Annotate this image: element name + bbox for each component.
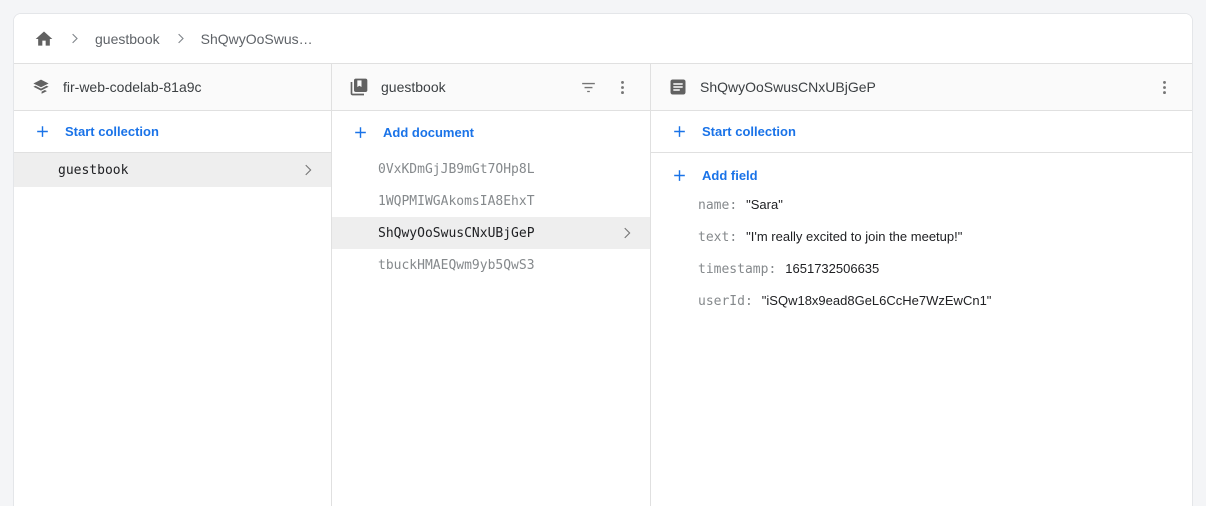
field-value: 1651732506635	[785, 261, 879, 276]
chevron-right-icon	[299, 161, 317, 179]
collection-panel-header: guestbook	[332, 64, 650, 111]
breadcrumb: guestbook ShQwyOoSwus…	[14, 14, 1192, 64]
project-panel-header: fir-web-codelab-81a9c	[14, 64, 331, 111]
firestore-database-icon	[31, 77, 51, 97]
field-colon: :	[729, 198, 737, 213]
document-header-actions	[1150, 73, 1178, 101]
collection-header-actions	[574, 73, 636, 101]
document-title: ShQwyOoSwusCNxUBjGeP	[700, 79, 876, 95]
document-list-item[interactable]: 1WQPMIWGAkomsIA8EhxT	[332, 185, 650, 217]
project-panel: fir-web-codelab-81a9c Start collection g…	[14, 64, 332, 506]
add-field-button[interactable]: Add field	[651, 153, 1192, 197]
more-vert-icon[interactable]	[1150, 73, 1178, 101]
field-row[interactable]: name: "Sara"	[651, 197, 1192, 229]
add-document-label: Add document	[383, 125, 474, 140]
field-colon: :	[768, 262, 776, 277]
chevron-right-icon	[67, 31, 82, 46]
document-list-item[interactable]: 0VxKDmGjJB9mGt7OHp8L	[332, 153, 650, 185]
field-key: name	[698, 198, 729, 213]
field-key: userId	[698, 294, 745, 309]
filter-list-icon[interactable]	[574, 73, 602, 101]
collection-list-item[interactable]: guestbook	[14, 153, 331, 187]
document-panel-header: ShQwyOoSwusCNxUBjGeP	[651, 64, 1192, 111]
document-id: tbuckHMAEQwm9yb5QwS3	[378, 258, 535, 273]
plus-icon	[34, 123, 51, 140]
more-vert-icon[interactable]	[608, 73, 636, 101]
document-id: ShQwyOoSwusCNxUBjGeP	[378, 226, 535, 241]
start-collection-button[interactable]: Start collection	[651, 111, 1192, 153]
plus-icon	[671, 123, 688, 140]
field-key: text	[698, 230, 729, 245]
home-icon[interactable]	[34, 29, 54, 49]
collection-name: guestbook	[58, 163, 128, 178]
documents-list: 0VxKDmGjJB9mGt7OHp8L 1WQPMIWGAkomsIA8Ehx…	[332, 153, 650, 506]
document-id: 1WQPMIWGAkomsIA8EhxT	[378, 194, 535, 209]
field-value: "Sara"	[746, 197, 783, 212]
field-row[interactable]: timestamp: 1651732506635	[651, 261, 1192, 293]
collection-panel: guestbook Add document	[332, 64, 651, 506]
collection-title: guestbook	[381, 79, 446, 95]
project-title: fir-web-codelab-81a9c	[63, 79, 202, 95]
plus-icon	[352, 124, 369, 141]
add-document-button[interactable]: Add document	[332, 111, 650, 153]
field-key: timestamp	[698, 262, 768, 277]
field-value: "iSQw18x9ead8GeL6CcHe7WzEwCn1"	[762, 293, 992, 308]
add-field-label: Add field	[702, 168, 758, 183]
breadcrumb-item-document[interactable]: ShQwyOoSwus…	[201, 31, 313, 47]
field-row[interactable]: userId: "iSQw18x9ead8GeL6CcHe7WzEwCn1"	[651, 293, 1192, 325]
breadcrumb-item-collection[interactable]: guestbook	[95, 31, 160, 47]
chevron-right-icon	[618, 224, 636, 242]
document-panel: ShQwyOoSwusCNxUBjGeP Start collection Ad…	[651, 64, 1192, 506]
start-collection-button[interactable]: Start collection	[14, 111, 331, 153]
document-list-item[interactable]: ShQwyOoSwusCNxUBjGeP	[332, 217, 650, 249]
document-list-item[interactable]: tbuckHMAEQwm9yb5QwS3	[332, 249, 650, 281]
document-icon	[668, 77, 688, 97]
document-id: 0VxKDmGjJB9mGt7OHp8L	[378, 162, 535, 177]
firestore-data-panel: guestbook ShQwyOoSwus… fir-web-codelab-8…	[13, 13, 1193, 506]
fields-list: name: "Sara" text: "I'm really excited t…	[651, 197, 1192, 506]
panels-container: fir-web-codelab-81a9c Start collection g…	[14, 64, 1192, 506]
chevron-right-icon	[173, 31, 188, 46]
collections-bookmark-icon	[349, 77, 369, 97]
start-collection-label: Start collection	[702, 124, 796, 139]
plus-icon	[671, 167, 688, 184]
field-colon: :	[729, 230, 737, 245]
field-colon: :	[745, 294, 753, 309]
field-value: "I'm really excited to join the meetup!"	[746, 229, 962, 244]
start-collection-label: Start collection	[65, 124, 159, 139]
field-row[interactable]: text: "I'm really excited to join the me…	[651, 229, 1192, 261]
collections-list: guestbook	[14, 153, 331, 506]
